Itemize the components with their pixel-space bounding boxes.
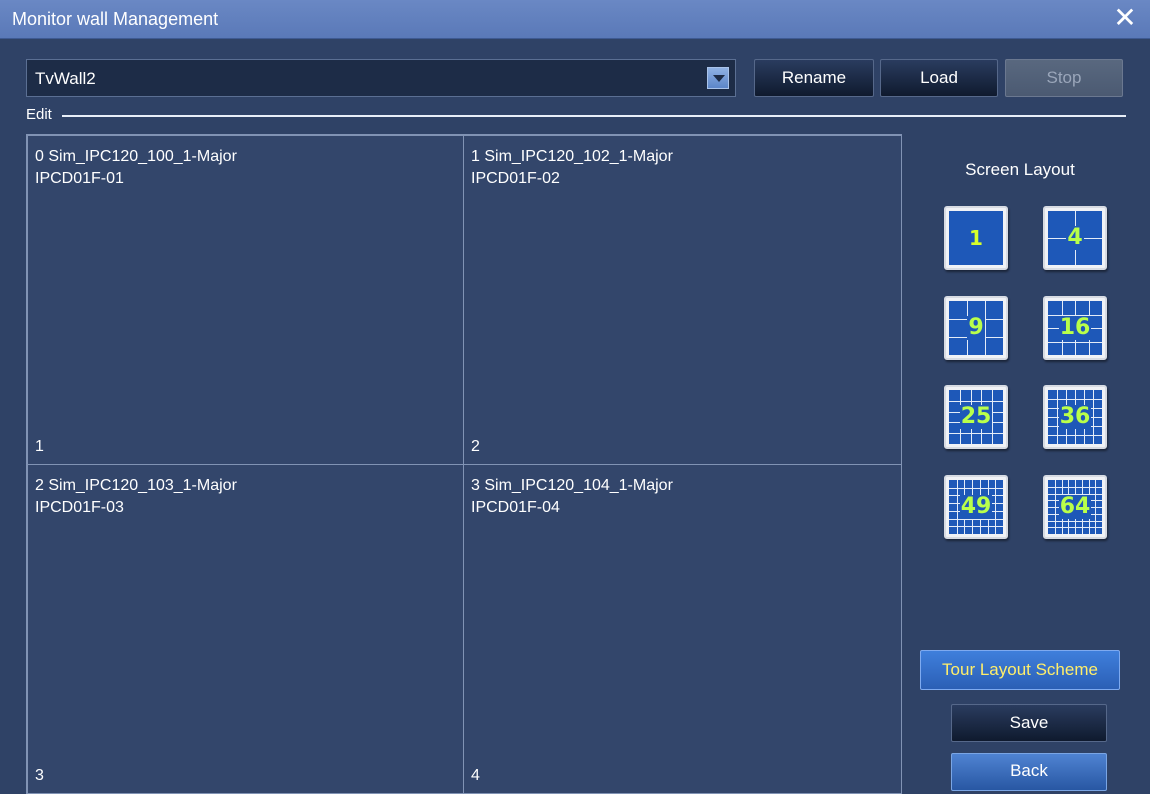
cell-camera-name: 3 Sim_IPC120_104_1-Major xyxy=(471,477,673,494)
tv-wall-select[interactable]: TvWall2 xyxy=(26,59,736,97)
tour-layout-scheme-button[interactable]: Tour Layout Scheme xyxy=(920,650,1120,690)
cell-camera-name: 0 Sim_IPC120_100_1-Major xyxy=(35,148,237,165)
layout-25-label: 25 xyxy=(959,404,993,429)
cell-number: 1 xyxy=(35,438,44,455)
layout-4-button[interactable]: 4 xyxy=(1043,206,1107,270)
load-button[interactable]: Load xyxy=(880,59,998,97)
window-title: Monitor wall Management xyxy=(12,9,219,29)
layout-4-icon: 4 xyxy=(1048,211,1102,265)
layout-36-button[interactable]: 36 xyxy=(1043,385,1107,449)
edit-divider xyxy=(62,115,1126,117)
cell-device-id: IPCD01F-01 xyxy=(35,170,124,187)
layout-16-label: 16 xyxy=(1058,315,1092,340)
layout-49-label: 49 xyxy=(959,494,993,519)
layout-9-icon: 9 xyxy=(949,301,1003,355)
cell-device-id: IPCD01F-02 xyxy=(471,170,560,187)
layout-1-label: 1 xyxy=(968,226,984,250)
layout-16-icon: 16 xyxy=(1048,301,1102,355)
cell-device-id: IPCD01F-03 xyxy=(35,499,124,516)
layout-49-button[interactable]: 49 xyxy=(944,475,1008,539)
rename-button[interactable]: Rename xyxy=(754,59,874,97)
chevron-down-icon[interactable] xyxy=(707,67,729,89)
back-button[interactable]: Back xyxy=(951,753,1107,791)
layout-25-button[interactable]: 25 xyxy=(944,385,1008,449)
layout-9-label: 9 xyxy=(967,315,985,340)
save-button[interactable]: Save xyxy=(951,704,1107,742)
layout-36-label: 36 xyxy=(1058,404,1092,429)
cell-number: 3 xyxy=(35,767,44,784)
monitor-wall-grid: 0 Sim_IPC120_100_1-Major IPCD01F-01 1 1 … xyxy=(26,134,902,794)
wall-cell[interactable]: 2 Sim_IPC120_103_1-Major IPCD01F-03 3 xyxy=(27,464,464,794)
cell-number: 2 xyxy=(471,438,480,455)
layout-25-icon: 25 xyxy=(949,390,1003,444)
wall-cell[interactable]: 1 Sim_IPC120_102_1-Major IPCD01F-02 2 xyxy=(463,135,902,465)
cell-camera-name: 1 Sim_IPC120_102_1-Major xyxy=(471,148,673,165)
layout-36-icon: 36 xyxy=(1048,390,1102,444)
wall-cell[interactable]: 0 Sim_IPC120_100_1-Major IPCD01F-01 1 xyxy=(27,135,464,465)
layout-1-icon: 1 xyxy=(949,211,1003,265)
close-icon[interactable]: ✕ xyxy=(1110,3,1140,33)
layout-16-button[interactable]: 16 xyxy=(1043,296,1107,360)
layout-9-button[interactable]: 9 xyxy=(944,296,1008,360)
layout-64-button[interactable]: 64 xyxy=(1043,475,1107,539)
edit-section-label: Edit xyxy=(26,106,52,123)
cell-number: 4 xyxy=(471,767,480,784)
stop-button[interactable]: Stop xyxy=(1005,59,1123,97)
layout-49-icon: 49 xyxy=(949,480,1003,534)
screen-layout-title: Screen Layout xyxy=(965,160,1075,179)
layout-64-label: 64 xyxy=(1058,494,1092,519)
layout-4-label: 4 xyxy=(1066,225,1084,250)
layout-64-icon: 64 xyxy=(1048,480,1102,534)
tv-wall-select-value: TvWall2 xyxy=(35,69,96,88)
wall-cell[interactable]: 3 Sim_IPC120_104_1-Major IPCD01F-04 4 xyxy=(463,464,902,794)
title-bar: Monitor wall Management ✕ xyxy=(0,0,1150,39)
layout-1-button[interactable]: 1 xyxy=(944,206,1008,270)
cell-camera-name: 2 Sim_IPC120_103_1-Major xyxy=(35,477,237,494)
cell-device-id: IPCD01F-04 xyxy=(471,499,560,516)
